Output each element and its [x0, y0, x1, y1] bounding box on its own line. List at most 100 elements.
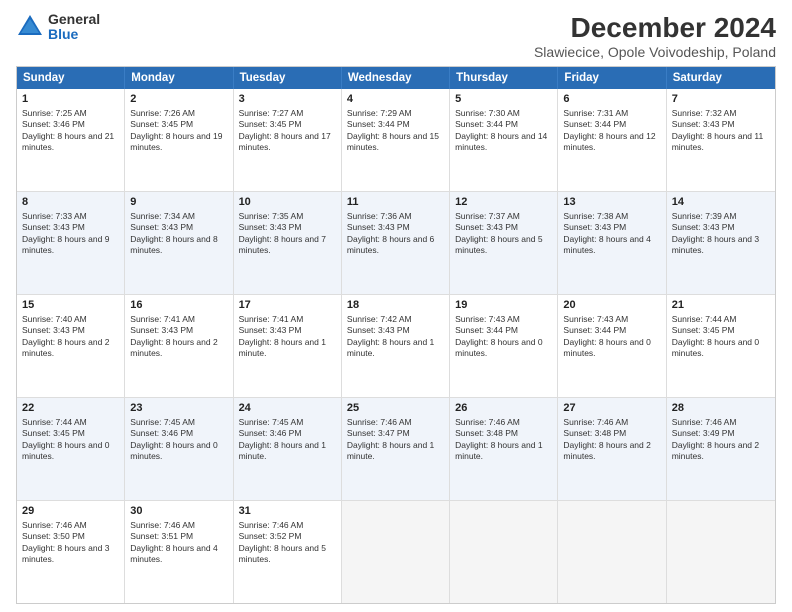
day-number: 4 — [347, 92, 444, 107]
day-info-line: Sunset: 3:43 PM — [347, 222, 444, 233]
day-number: 10 — [239, 195, 336, 210]
day-cell-16: 16Sunrise: 7:41 AMSunset: 3:43 PMDayligh… — [125, 295, 233, 397]
header-day-sunday: Sunday — [17, 67, 125, 89]
day-info-line: Sunrise: 7:30 AM — [455, 108, 552, 119]
day-info-line: Sunset: 3:44 PM — [563, 325, 660, 336]
day-info-line: Sunset: 3:48 PM — [455, 428, 552, 439]
day-info-line: Daylight: 8 hours and 3 minutes. — [672, 234, 770, 257]
day-number: 3 — [239, 92, 336, 107]
day-info-line: Sunset: 3:45 PM — [239, 119, 336, 130]
calendar-row-2: 15Sunrise: 7:40 AMSunset: 3:43 PMDayligh… — [17, 294, 775, 397]
day-number: 17 — [239, 298, 336, 313]
day-cell-20: 20Sunrise: 7:43 AMSunset: 3:44 PMDayligh… — [558, 295, 666, 397]
day-info-line: Sunset: 3:44 PM — [563, 119, 660, 130]
day-cell-18: 18Sunrise: 7:42 AMSunset: 3:43 PMDayligh… — [342, 295, 450, 397]
empty-cell — [450, 501, 558, 603]
calendar-row-0: 1Sunrise: 7:25 AMSunset: 3:46 PMDaylight… — [17, 89, 775, 191]
day-cell-30: 30Sunrise: 7:46 AMSunset: 3:51 PMDayligh… — [125, 501, 233, 603]
day-info-line: Daylight: 8 hours and 1 minute. — [239, 337, 336, 360]
header-day-tuesday: Tuesday — [234, 67, 342, 89]
calendar: SundayMondayTuesdayWednesdayThursdayFrid… — [16, 66, 776, 604]
day-cell-22: 22Sunrise: 7:44 AMSunset: 3:45 PMDayligh… — [17, 398, 125, 500]
day-info-line: Sunrise: 7:33 AM — [22, 211, 119, 222]
day-info-line: Sunset: 3:43 PM — [130, 222, 227, 233]
empty-cell — [342, 501, 450, 603]
header: General Blue December 2024 Slawiecice, O… — [16, 12, 776, 60]
page: General Blue December 2024 Slawiecice, O… — [0, 0, 792, 612]
day-info-line: Sunrise: 7:25 AM — [22, 108, 119, 119]
day-info-line: Daylight: 8 hours and 7 minutes. — [239, 234, 336, 257]
day-info-line: Daylight: 8 hours and 12 minutes. — [563, 131, 660, 154]
day-number: 14 — [672, 195, 770, 210]
day-info-line: Daylight: 8 hours and 0 minutes. — [455, 337, 552, 360]
day-info-line: Sunset: 3:43 PM — [455, 222, 552, 233]
day-info-line: Sunrise: 7:44 AM — [672, 314, 770, 325]
day-info-line: Daylight: 8 hours and 2 minutes. — [130, 337, 227, 360]
day-info-line: Sunset: 3:43 PM — [22, 222, 119, 233]
day-info-line: Daylight: 8 hours and 2 minutes. — [672, 440, 770, 463]
day-info-line: Daylight: 8 hours and 1 minute. — [347, 440, 444, 463]
day-info-line: Sunrise: 7:46 AM — [22, 520, 119, 531]
day-cell-27: 27Sunrise: 7:46 AMSunset: 3:48 PMDayligh… — [558, 398, 666, 500]
day-cell-14: 14Sunrise: 7:39 AMSunset: 3:43 PMDayligh… — [667, 192, 775, 294]
day-info-line: Sunrise: 7:43 AM — [455, 314, 552, 325]
day-info-line: Sunset: 3:43 PM — [239, 222, 336, 233]
day-info-line: Sunrise: 7:27 AM — [239, 108, 336, 119]
day-number: 7 — [672, 92, 770, 107]
header-day-friday: Friday — [558, 67, 666, 89]
day-info-line: Daylight: 8 hours and 19 minutes. — [130, 131, 227, 154]
day-info-line: Daylight: 8 hours and 3 minutes. — [22, 543, 119, 566]
day-info-line: Sunrise: 7:36 AM — [347, 211, 444, 222]
day-cell-24: 24Sunrise: 7:45 AMSunset: 3:46 PMDayligh… — [234, 398, 342, 500]
day-info-line: Sunrise: 7:31 AM — [563, 108, 660, 119]
day-info-line: Sunset: 3:49 PM — [672, 428, 770, 439]
day-info-line: Daylight: 8 hours and 0 minutes. — [22, 440, 119, 463]
day-info-line: Sunrise: 7:39 AM — [672, 211, 770, 222]
day-cell-28: 28Sunrise: 7:46 AMSunset: 3:49 PMDayligh… — [667, 398, 775, 500]
day-info-line: Daylight: 8 hours and 11 minutes. — [672, 131, 770, 154]
day-info-line: Sunrise: 7:43 AM — [563, 314, 660, 325]
day-info-line: Sunset: 3:43 PM — [239, 325, 336, 336]
day-info-line: Daylight: 8 hours and 1 minute. — [239, 440, 336, 463]
day-info-line: Sunset: 3:51 PM — [130, 531, 227, 542]
header-day-saturday: Saturday — [667, 67, 775, 89]
day-info-line: Sunrise: 7:45 AM — [239, 417, 336, 428]
day-info-line: Sunrise: 7:41 AM — [130, 314, 227, 325]
day-info-line: Daylight: 8 hours and 2 minutes. — [22, 337, 119, 360]
day-info-line: Daylight: 8 hours and 15 minutes. — [347, 131, 444, 154]
day-info-line: Sunset: 3:43 PM — [130, 325, 227, 336]
day-info-line: Sunset: 3:43 PM — [672, 222, 770, 233]
day-info-line: Sunset: 3:48 PM — [563, 428, 660, 439]
day-info-line: Daylight: 8 hours and 4 minutes. — [563, 234, 660, 257]
empty-cell — [558, 501, 666, 603]
subtitle: Slawiecice, Opole Voivodeship, Poland — [534, 44, 776, 60]
day-info-line: Sunset: 3:46 PM — [130, 428, 227, 439]
day-cell-15: 15Sunrise: 7:40 AMSunset: 3:43 PMDayligh… — [17, 295, 125, 397]
day-info-line: Daylight: 8 hours and 8 minutes. — [130, 234, 227, 257]
day-info-line: Sunset: 3:45 PM — [672, 325, 770, 336]
day-number: 6 — [563, 92, 660, 107]
day-cell-6: 6Sunrise: 7:31 AMSunset: 3:44 PMDaylight… — [558, 89, 666, 191]
day-info-line: Sunrise: 7:26 AM — [130, 108, 227, 119]
day-info-line: Daylight: 8 hours and 2 minutes. — [563, 440, 660, 463]
day-number: 21 — [672, 298, 770, 313]
day-number: 18 — [347, 298, 444, 313]
day-info-line: Daylight: 8 hours and 14 minutes. — [455, 131, 552, 154]
day-number: 29 — [22, 504, 119, 519]
day-number: 5 — [455, 92, 552, 107]
calendar-header: SundayMondayTuesdayWednesdayThursdayFrid… — [17, 67, 775, 89]
day-info-line: Sunset: 3:45 PM — [130, 119, 227, 130]
day-cell-5: 5Sunrise: 7:30 AMSunset: 3:44 PMDaylight… — [450, 89, 558, 191]
day-info-line: Sunrise: 7:46 AM — [239, 520, 336, 531]
day-cell-10: 10Sunrise: 7:35 AMSunset: 3:43 PMDayligh… — [234, 192, 342, 294]
day-number: 9 — [130, 195, 227, 210]
day-cell-9: 9Sunrise: 7:34 AMSunset: 3:43 PMDaylight… — [125, 192, 233, 294]
day-number: 22 — [22, 401, 119, 416]
day-info-line: Sunset: 3:47 PM — [347, 428, 444, 439]
day-info-line: Sunset: 3:52 PM — [239, 531, 336, 542]
day-number: 11 — [347, 195, 444, 210]
day-cell-8: 8Sunrise: 7:33 AMSunset: 3:43 PMDaylight… — [17, 192, 125, 294]
day-info-line: Sunrise: 7:46 AM — [130, 520, 227, 531]
calendar-row-4: 29Sunrise: 7:46 AMSunset: 3:50 PMDayligh… — [17, 500, 775, 603]
empty-cell — [667, 501, 775, 603]
